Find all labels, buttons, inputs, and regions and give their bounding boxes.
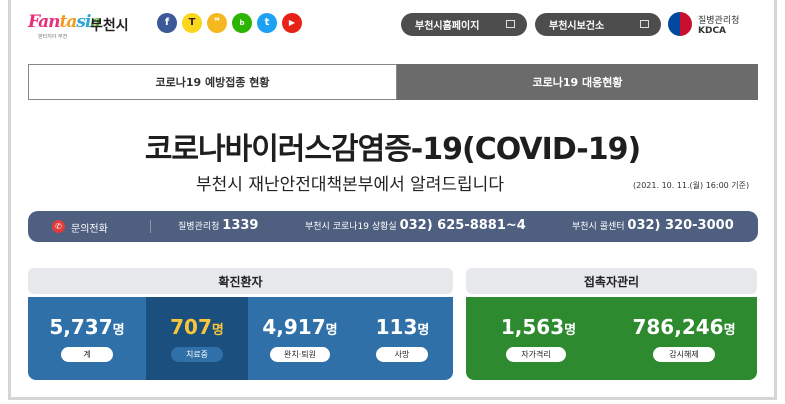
youtube-icon[interactable]: ▶ — [282, 13, 302, 33]
divider — [150, 220, 151, 233]
stat-deaths: 113명 사망 — [352, 297, 453, 380]
phone-icon: ✆ — [52, 220, 65, 233]
stat-label: 사망 — [376, 347, 428, 362]
stat-value: 1,563 — [500, 315, 565, 339]
page-title: 코로나바이러스감염증-19(COVID-19) — [144, 132, 641, 167]
contact-bar: ✆ 문의전화 질병관리청 1339 부천시 코로나19 상황실 032) 625… — [28, 211, 758, 242]
header: Fantasia 판타지아 부천 부천시 f T ❞ b t ▶ 부천시홈페이지… — [28, 6, 758, 42]
homepage-button-label: 부천시홈페이지 — [415, 21, 480, 32]
homepage-button[interactable]: 부천시홈페이지 — [401, 13, 527, 36]
stat-in-treatment: 707명 치료중 — [146, 297, 248, 380]
contact-label: 문의전화 — [71, 224, 108, 235]
contact-item-call-center[interactable]: 부천시 콜센터 032) 320-3000 — [572, 218, 734, 233]
stat-value: 707 — [170, 315, 212, 339]
logo-subtitle: 판타지아 부천 — [38, 34, 68, 40]
stat-value: 113 — [375, 315, 418, 339]
confirmed-heading: 확진환자 — [28, 268, 453, 294]
stat-label: 감시해제 — [653, 347, 715, 362]
health-center-button-label: 부천시보건소 — [549, 21, 605, 32]
stat-monitoring-released: 786,246명 감시해제 — [611, 297, 757, 380]
stat-recovered: 4,917명 완치·퇴원 — [248, 297, 352, 380]
stat-label: 자가격리 — [506, 347, 566, 362]
blog-icon[interactable]: b — [232, 13, 252, 33]
sns-links: f T ❞ b t ▶ — [157, 13, 302, 33]
kakaostory-icon[interactable]: ❞ — [207, 13, 227, 33]
contact-item-situation-room[interactable]: 부천시 코로나19 상황실 032) 625-8881~4 — [305, 218, 526, 233]
twitter-icon[interactable]: t — [257, 13, 277, 33]
city-name: 부천시 — [90, 18, 129, 34]
facebook-icon[interactable]: f — [157, 13, 177, 33]
tab-response[interactable]: 코로나19 대응현황 — [397, 64, 758, 100]
stat-label: 치료중 — [171, 347, 223, 362]
contacts-heading: 접촉자관리 — [466, 268, 757, 294]
new-window-icon — [640, 20, 649, 28]
stat-total: 5,737명 계 — [28, 297, 146, 380]
tab-vaccination[interactable]: 코로나19 예방접종 현황 — [28, 64, 397, 100]
health-center-button[interactable]: 부천시보건소 — [535, 13, 661, 36]
new-window-icon — [506, 20, 515, 28]
kdca-name: 질병관리청 — [698, 16, 740, 26]
stat-value: 786,246 — [632, 315, 724, 339]
kdca-emblem-icon — [668, 12, 692, 36]
stat-label: 완치·퇴원 — [270, 347, 330, 362]
tab-bar: 코로나19 예방접종 현황 코로나19 대응현황 — [28, 64, 758, 100]
contacts-panel: 1,563명 자가격리 786,246명 감시해제 — [466, 297, 757, 380]
page-subtitle: 부천시 재난안전대책본부에서 알려드립니다 — [196, 175, 504, 195]
kdca-logo[interactable]: 질병관리청 KDCA — [668, 10, 758, 40]
stat-self-quarantine: 1,563명 자가격리 — [466, 297, 611, 380]
stat-value: 5,737 — [49, 315, 113, 339]
kdca-name-en: KDCA — [698, 26, 727, 36]
confirmed-panel: 5,737명 계 707명 치료중 4,917명 완치·퇴원 113명 사망 — [28, 297, 453, 380]
stat-value: 4,917 — [262, 315, 326, 339]
contact-item-kdca[interactable]: 질병관리청 1339 — [178, 218, 258, 233]
stat-label: 계 — [61, 347, 113, 362]
kakaotalk-icon[interactable]: T — [182, 13, 202, 33]
as-of-date: (2021. 10. 11.(월) 16:00 기준) — [633, 181, 750, 190]
